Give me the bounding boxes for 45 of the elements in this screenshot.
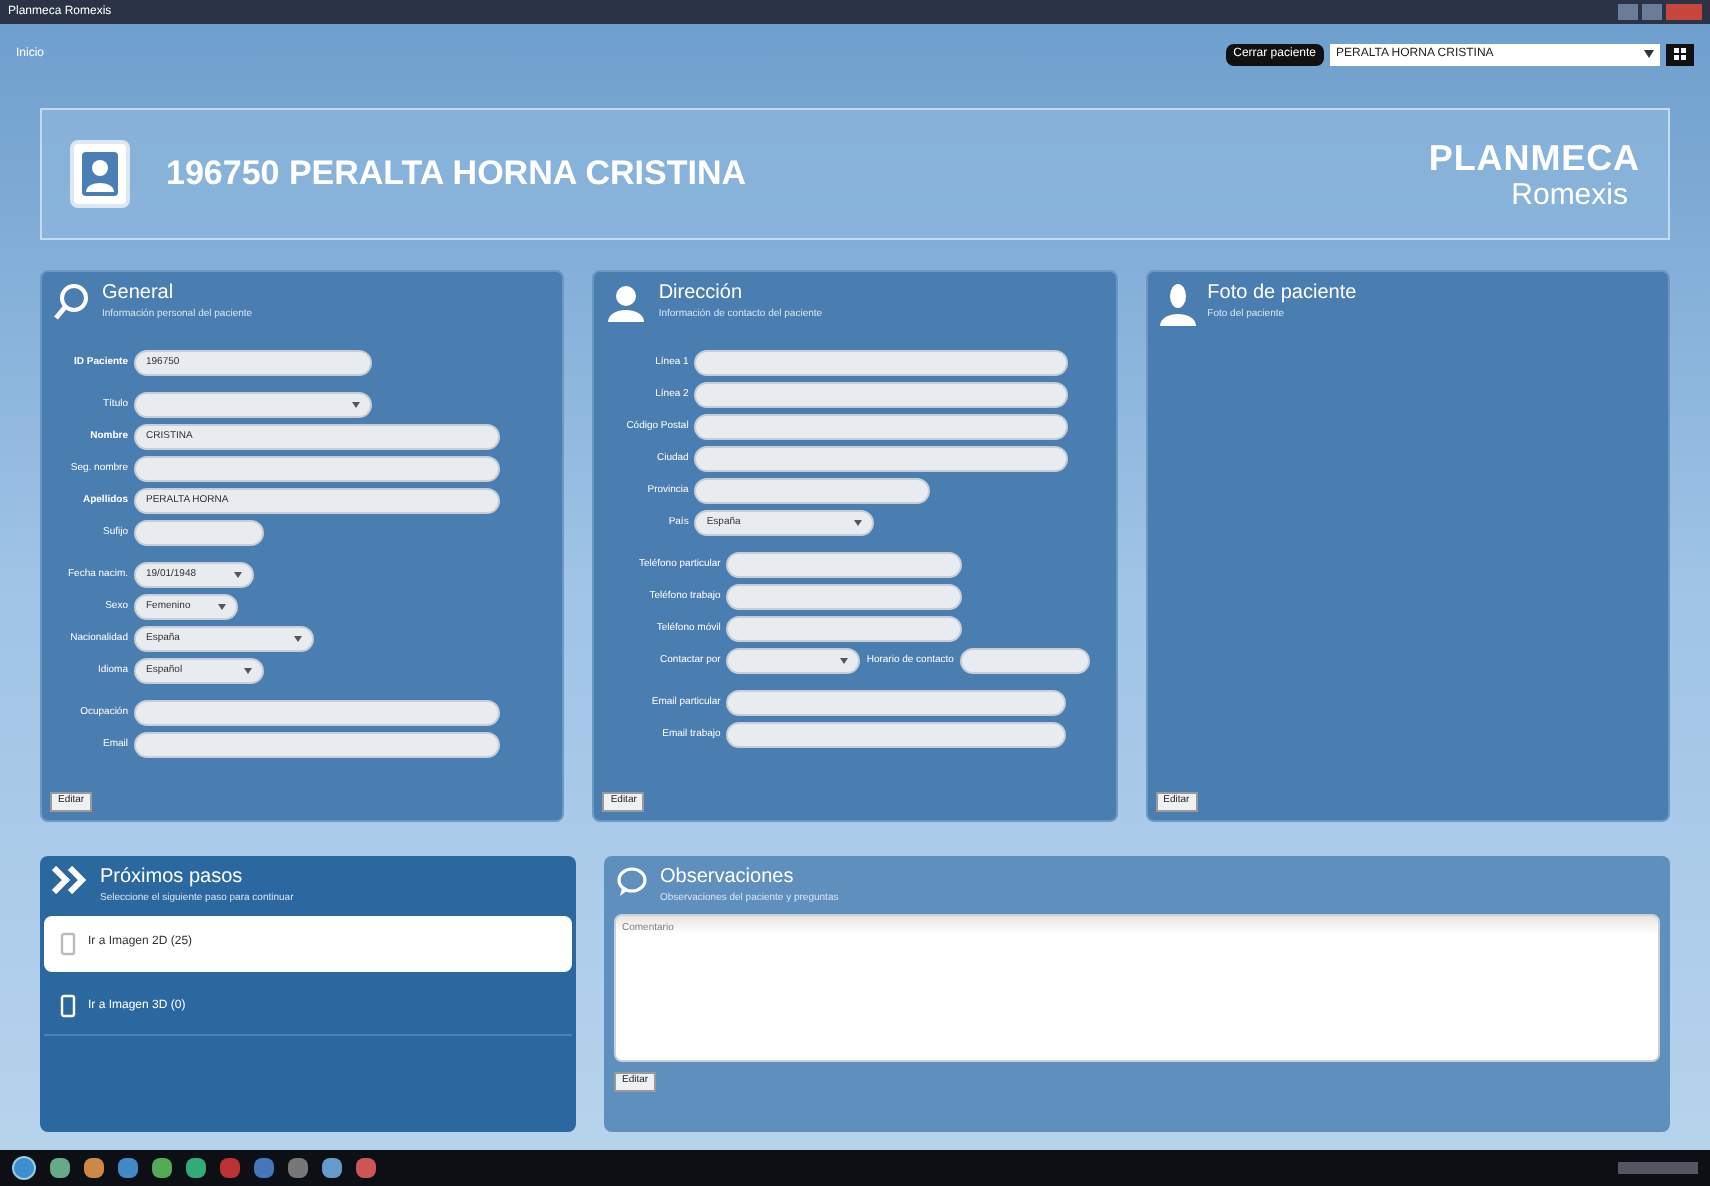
person-icon [606,282,647,322]
input-field[interactable] [694,478,931,504]
input-field[interactable] [134,520,264,546]
chevron-icon [840,658,849,664]
chevron-icon [244,668,252,674]
chevron-icon [1644,50,1654,58]
input-field[interactable] [726,616,963,642]
product-name: Romexis [1511,179,1628,209]
search-icon [54,282,90,322]
input-field[interactable] [959,648,1090,674]
chevron-icon [218,604,226,610]
chevron-icon [294,636,302,642]
input-field[interactable] [694,414,1069,440]
input-field[interactable] [694,382,1069,408]
patient-name: 196750 PERALTA HORNA CRISTINA [166,152,746,197]
speech-bubble-icon [616,866,648,898]
input-field[interactable] [726,552,963,578]
input-field[interactable] [134,456,500,482]
menu-button[interactable] [1666,43,1694,65]
input-field[interactable] [134,732,500,758]
person-icon [1159,282,1196,326]
panel-title: Foto de paciente [1207,282,1357,307]
panel-title: Próximos pasos [100,866,245,891]
device-icon [60,994,76,1019]
select-field[interactable] [726,648,861,674]
input-field[interactable] [726,584,963,610]
grid-icon [1674,48,1686,60]
input-field[interactable] [726,722,1067,748]
system-tray-icon [1618,1162,1698,1174]
input-field[interactable] [694,446,1069,472]
brand-logo: PLANMECA [1428,139,1640,175]
start-button[interactable] [12,1156,36,1180]
input-field[interactable] [726,690,1067,716]
input-field[interactable] [134,700,500,726]
patient-icon [70,140,130,208]
input-field[interactable] [694,350,1069,376]
panel-title: Observaciones [660,866,796,891]
chevron-icon [234,572,242,578]
panel-title: Dirección [658,282,745,307]
panel-title: General [102,282,176,307]
chevron-icon [352,402,360,408]
double-chevron-icon [52,866,88,894]
device-icon [60,931,76,956]
select-field[interactable] [134,392,372,418]
chevron-icon [854,520,863,526]
